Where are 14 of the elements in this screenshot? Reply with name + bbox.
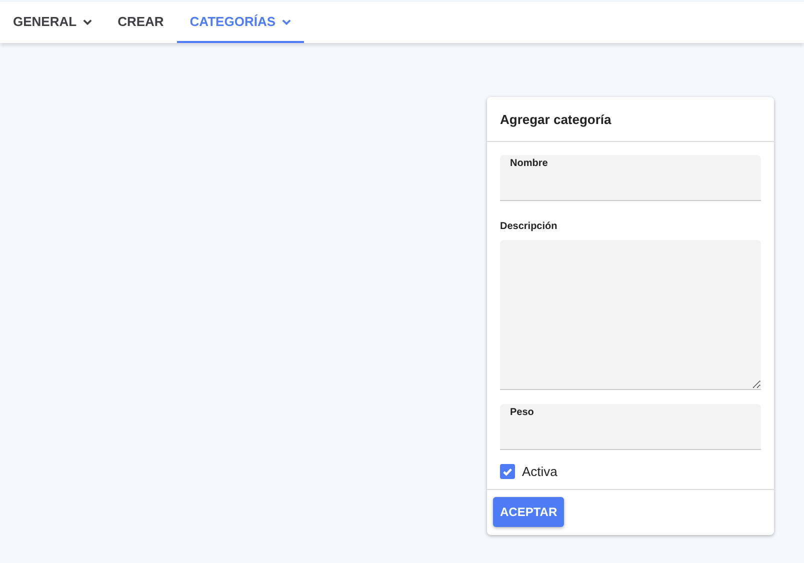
accept-button[interactable]: ACEPTAR: [493, 497, 564, 527]
nav-tab[interactable]: GENERAL: [0, 2, 105, 43]
field-label: Descripción: [500, 221, 558, 232]
checkmark-icon: [502, 466, 513, 477]
text-field[interactable]: Peso: [500, 404, 761, 450]
checkbox[interactable]: [500, 464, 515, 479]
card-title: Agregar categoría: [500, 112, 612, 126]
checkbox-label: Activa: [522, 464, 558, 479]
chevron-down-icon: [82, 18, 92, 24]
nav-tab[interactable]: CATEGORÍAS: [176, 2, 304, 43]
text-field[interactable]: Nombre: [500, 155, 761, 201]
nav-tab[interactable]: CREAR: [104, 2, 177, 43]
chevron-down-icon: [282, 18, 291, 24]
textarea-field[interactable]: [500, 240, 761, 390]
